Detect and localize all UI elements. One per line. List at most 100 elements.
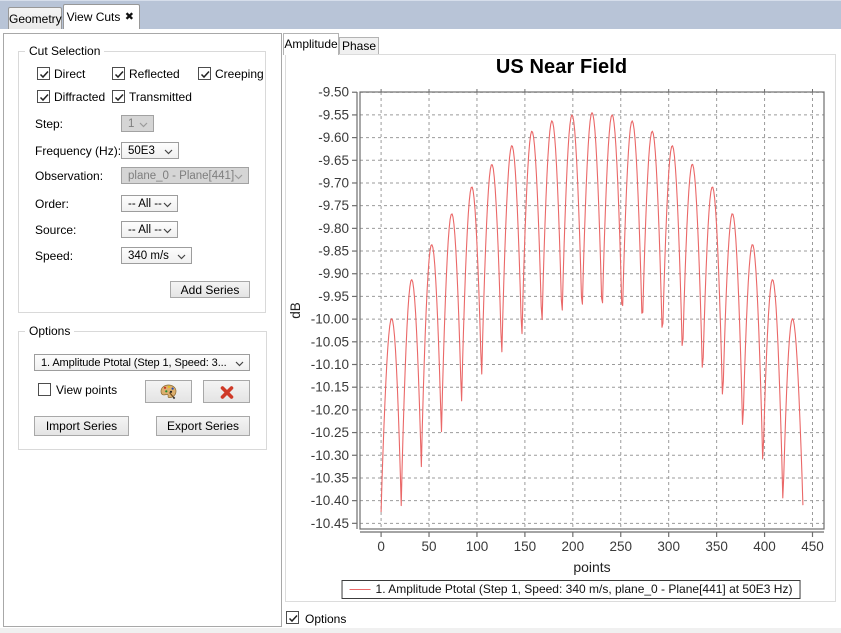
tab-geometry[interactable]: Geometry <box>8 7 62 30</box>
chevron-down-icon <box>139 122 148 128</box>
svg-text:-9.85: -9.85 <box>318 244 349 259</box>
chevron-down-icon <box>235 361 244 367</box>
chart-pane: US Near Field -9.50-9.55-9.60-9.65-9.70-… <box>285 54 836 602</box>
svg-text:-9.70: -9.70 <box>318 175 349 190</box>
svg-text:50: 50 <box>422 539 437 554</box>
export-series-button[interactable]: Export Series <box>156 416 250 436</box>
cut-selection-group-title: Cut Selection <box>25 44 104 58</box>
source-select[interactable]: -- All -- <box>121 221 178 238</box>
step-select[interactable]: 1 <box>121 115 154 132</box>
svg-text:150: 150 <box>514 539 537 554</box>
order-value: -- All -- <box>128 198 162 210</box>
reflected-checkbox-label[interactable]: Reflected <box>129 67 180 81</box>
application-window: Geometry View Cuts ✖ Cut Selection Direc… <box>0 0 841 633</box>
chart-options-row: Options <box>284 611 841 628</box>
direct-checkbox[interactable] <box>37 67 50 80</box>
svg-text:-9.50: -9.50 <box>318 85 349 100</box>
delete-x-icon <box>220 386 234 399</box>
svg-text:-10.30: -10.30 <box>311 448 349 463</box>
chart-plot: -9.50 -9.55 -9.60 -9.65 -9.70 -9.75 -9.80 -9.85… <box>286 55 835 601</box>
svg-text:-9.95: -9.95 <box>318 289 349 304</box>
legend-line-sample <box>350 589 371 590</box>
svg-text:-9.90: -9.90 <box>318 266 349 281</box>
checkmark-icon <box>113 91 126 104</box>
cut-controls-panel: Cut Selection Direct Reflected Creeping … <box>3 33 282 627</box>
chart-legend: 1. Amplitude Ptotal (Step 1, Speed: 340 … <box>342 580 801 599</box>
legend-label: 1. Amplitude Ptotal (Step 1, Speed: 340 … <box>376 582 793 596</box>
svg-text:0: 0 <box>377 539 385 554</box>
options-group-title: Options <box>25 324 74 338</box>
step-value: 1 <box>128 118 134 130</box>
close-tab-icon[interactable]: ✖ <box>125 5 134 30</box>
series-value: 1. Amplitude Ptotal (Step 1, Speed: 3... <box>41 357 237 369</box>
svg-text:-9.55: -9.55 <box>318 107 349 122</box>
reflected-checkbox[interactable] <box>112 67 125 80</box>
import-series-button[interactable]: Import Series <box>34 416 129 436</box>
diffracted-checkbox[interactable] <box>37 90 50 103</box>
svg-text:dB: dB <box>288 302 303 319</box>
creeping-checkbox-label[interactable]: Creeping <box>215 67 264 81</box>
svg-text:-10.35: -10.35 <box>311 470 349 485</box>
svg-text:-10.15: -10.15 <box>311 380 349 395</box>
speed-select[interactable]: 340 m/s <box>121 247 192 264</box>
svg-text:-10.45: -10.45 <box>311 516 349 531</box>
tab-view-cuts[interactable]: View Cuts ✖ <box>63 4 140 30</box>
tab-amplitude[interactable]: Amplitude <box>283 33 339 55</box>
svg-text:-10.10: -10.10 <box>311 357 349 372</box>
order-label: Order: <box>35 197 69 211</box>
svg-text:300: 300 <box>657 539 680 554</box>
chart-options-checkbox[interactable] <box>286 611 299 624</box>
view-points-checkbox[interactable] <box>38 383 51 396</box>
transmitted-checkbox[interactable] <box>112 90 125 103</box>
order-select[interactable]: -- All -- <box>121 195 178 212</box>
tab-view-cuts-label: View Cuts <box>67 10 121 24</box>
svg-text:250: 250 <box>609 539 632 554</box>
speed-value: 340 m/s <box>128 250 169 262</box>
delete-series-button[interactable] <box>203 380 250 403</box>
chevron-down-icon <box>164 149 173 155</box>
observation-label: Observation: <box>35 169 103 183</box>
options-group: Options 1. Amplitude Ptotal (Step 1, Spe… <box>18 331 267 450</box>
frequency-value: 50E3 <box>128 145 155 157</box>
chevron-down-icon <box>234 174 243 180</box>
direct-checkbox-label[interactable]: Direct <box>54 67 85 81</box>
chevron-down-icon <box>163 228 172 234</box>
document-tab-bar: Geometry View Cuts ✖ <box>0 0 841 29</box>
svg-text:450: 450 <box>801 539 824 554</box>
series-color-button[interactable] <box>145 380 192 403</box>
chart-options-label[interactable]: Options <box>305 612 346 626</box>
svg-text:-10.05: -10.05 <box>311 334 349 349</box>
svg-text:-9.60: -9.60 <box>318 130 349 145</box>
palette-icon <box>160 384 177 400</box>
cut-selection-group: Cut Selection Direct Reflected Creeping … <box>18 51 266 313</box>
diffracted-checkbox-label[interactable]: Diffracted <box>54 90 105 104</box>
svg-text:-10.25: -10.25 <box>311 425 349 440</box>
window-bottom-strip <box>0 628 841 633</box>
checkmark-icon <box>38 91 51 104</box>
checkmark-icon <box>199 68 212 81</box>
svg-text:-9.75: -9.75 <box>318 198 349 213</box>
frequency-label: Frequency (Hz): <box>35 144 121 158</box>
observation-select[interactable]: plane_0 - Plane[441] <box>121 167 249 184</box>
chart-region: Amplitude Phase US Near Field -9.50-9.55… <box>284 29 841 628</box>
checkmark-icon <box>38 68 51 81</box>
creeping-checkbox[interactable] <box>198 67 211 80</box>
view-points-checkbox-label[interactable]: View points <box>56 383 117 397</box>
svg-text:100: 100 <box>466 539 489 554</box>
svg-text:350: 350 <box>705 539 728 554</box>
speed-label: Speed: <box>35 249 73 263</box>
svg-text:-10.40: -10.40 <box>311 493 349 508</box>
source-value: -- All -- <box>128 224 162 236</box>
step-label: Step: <box>35 117 63 131</box>
svg-text:200: 200 <box>562 539 585 554</box>
svg-text:400: 400 <box>753 539 776 554</box>
frequency-select[interactable]: 50E3 <box>121 142 179 159</box>
chevron-down-icon <box>177 254 186 260</box>
transmitted-checkbox-label[interactable]: Transmitted <box>129 90 192 104</box>
checkmark-icon <box>113 68 126 81</box>
svg-text:-9.80: -9.80 <box>318 221 349 236</box>
add-series-button[interactable]: Add Series <box>170 281 250 298</box>
tab-phase[interactable]: Phase <box>339 37 379 55</box>
series-select[interactable]: 1. Amplitude Ptotal (Step 1, Speed: 3... <box>34 354 250 371</box>
svg-text:-9.65: -9.65 <box>318 153 349 168</box>
